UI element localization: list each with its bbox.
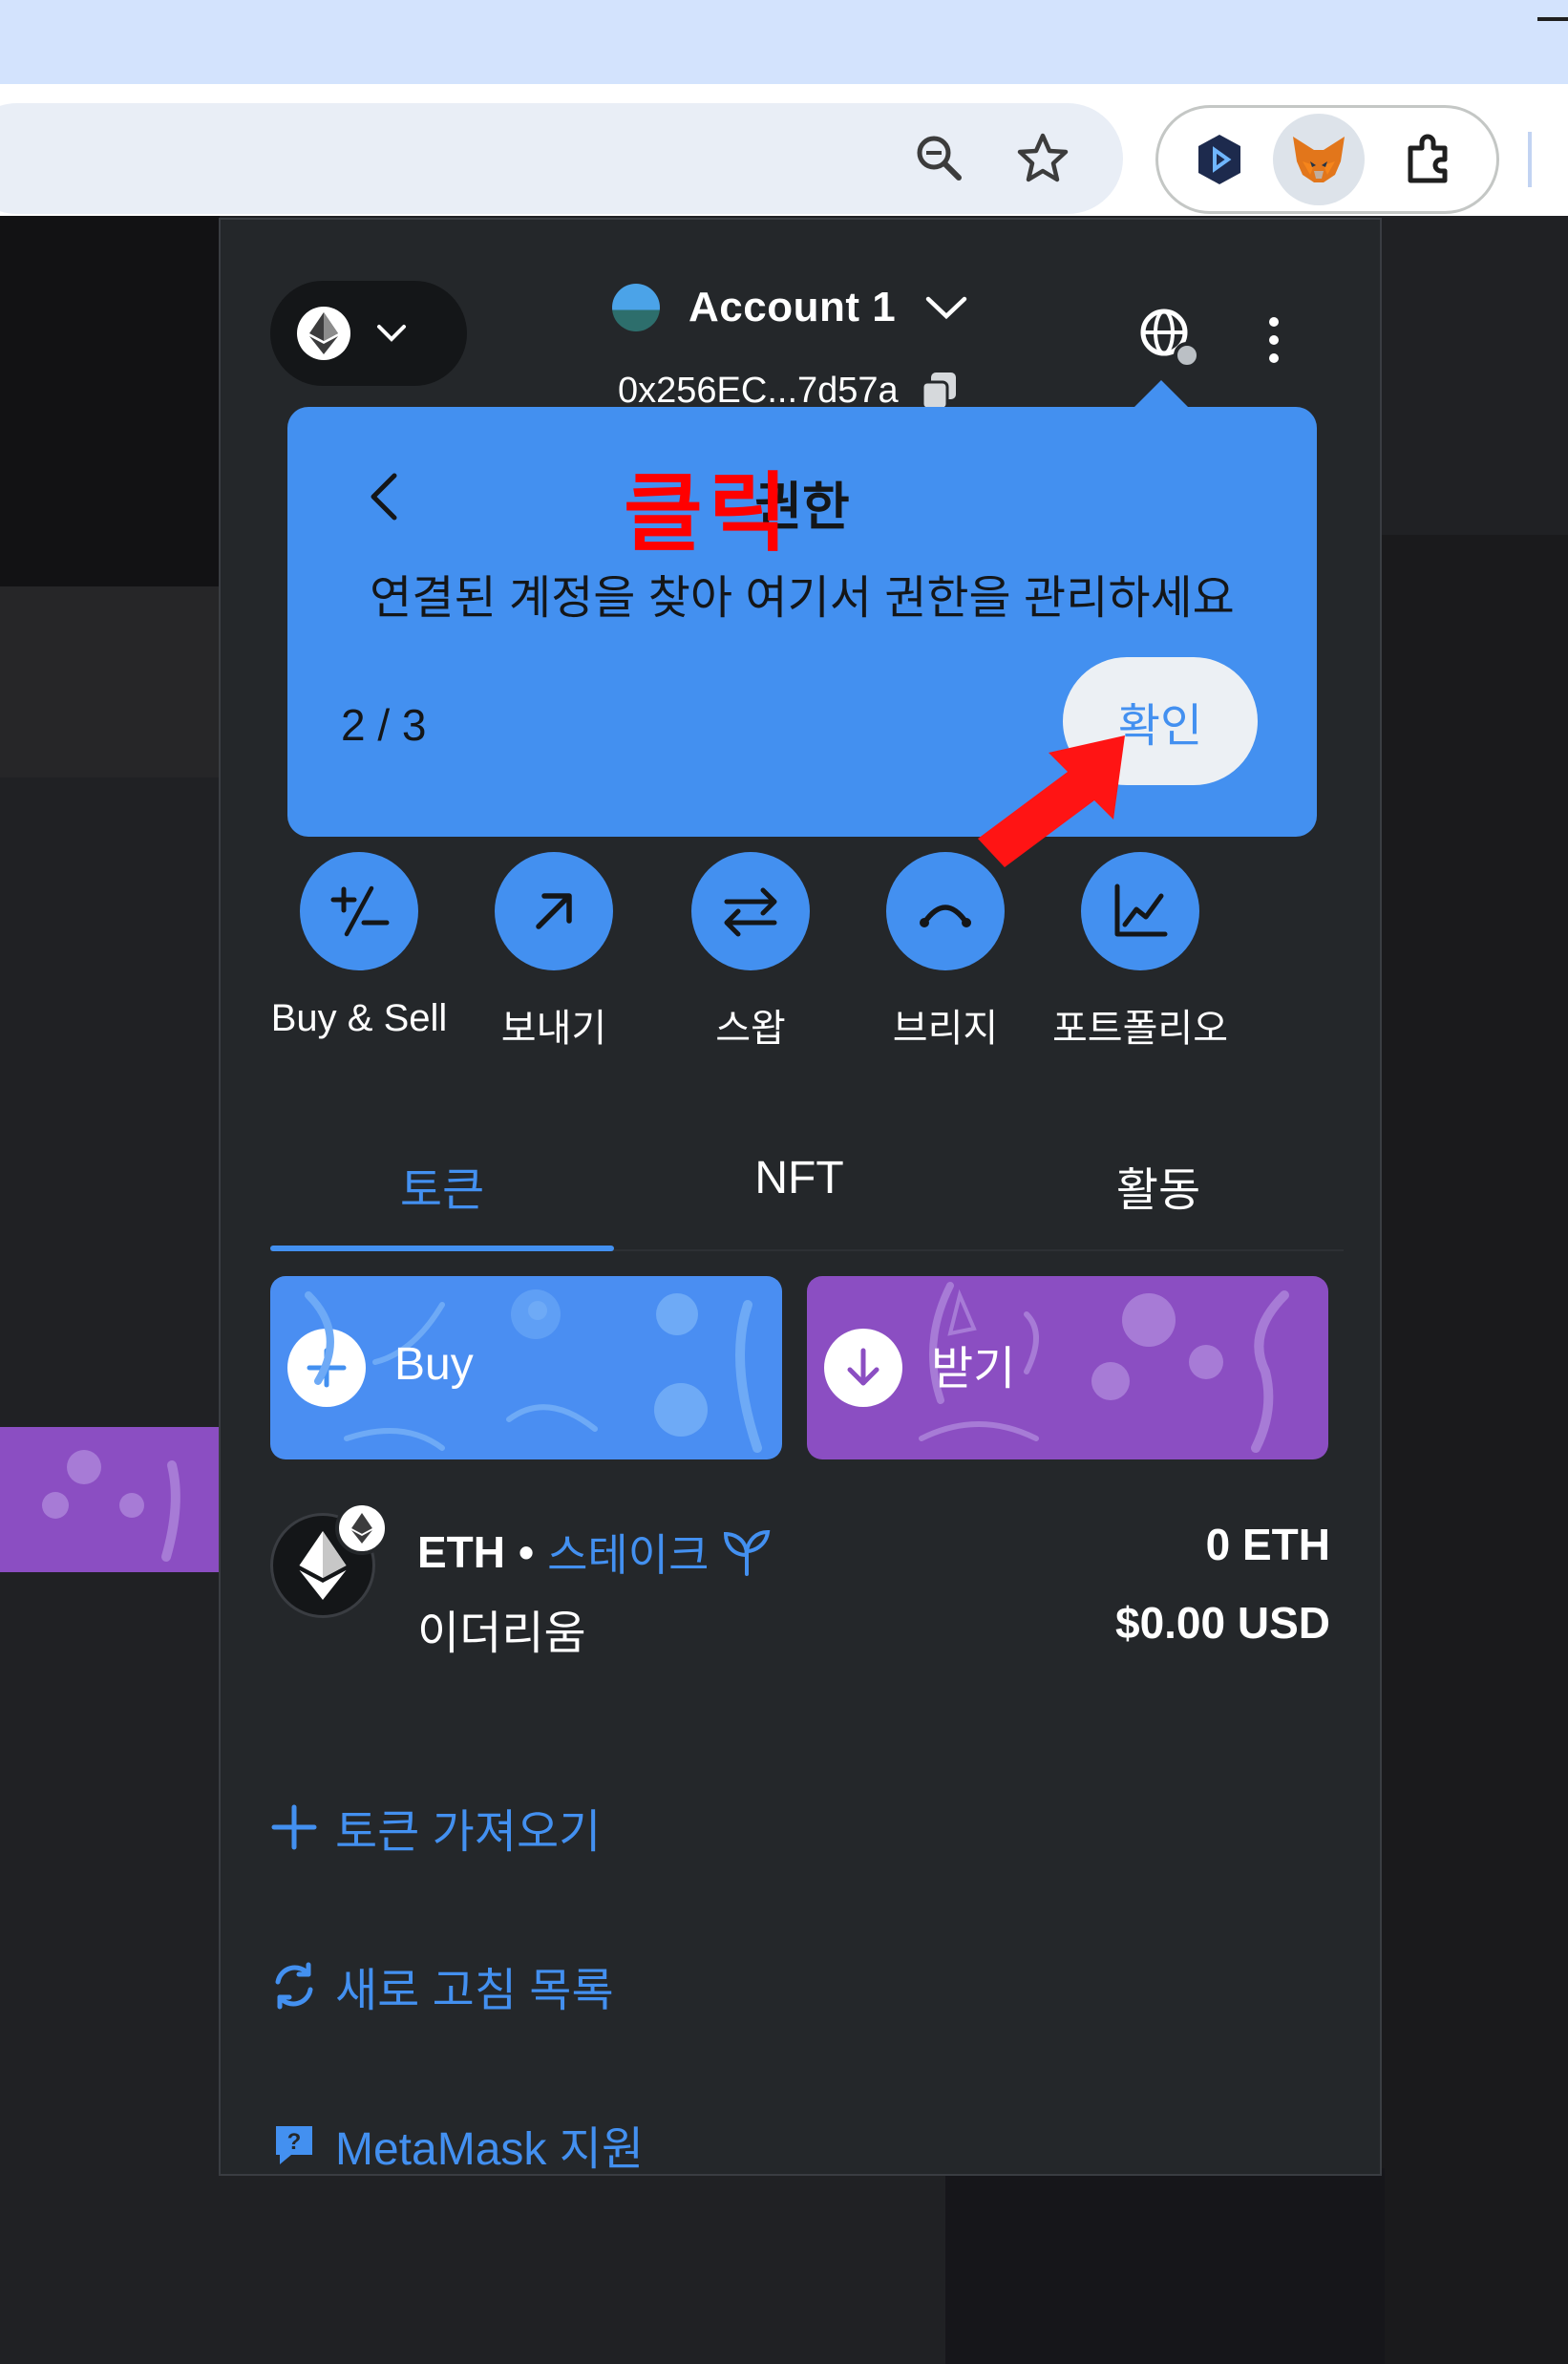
background-page-footer (0, 1572, 220, 2364)
red-arrow-icon (978, 735, 1125, 867)
background-page-right (1381, 535, 1568, 2364)
receive-banner-label: 받기 (931, 1344, 1016, 1395)
token-separator: • (519, 1527, 535, 1577)
bridge-label: 브리지 (892, 1008, 999, 1050)
background-page-body (0, 777, 220, 1427)
browser-toolbar (0, 84, 1568, 216)
tab-activity[interactable]: 활동 (986, 1152, 1330, 1230)
address-text: 0x256EC...7d57a (618, 370, 899, 411)
tooltip-body: 연결된 계정을 찾아 여기서 권한을 관리하세요 (370, 573, 1235, 624)
token-title[interactable]: ETH • 스테이크 (417, 1521, 772, 1584)
background-page-section (0, 586, 220, 777)
arrow-down-icon (824, 1329, 902, 1407)
plus-icon (287, 1329, 366, 1407)
tooltip-step-counter: 2 / 3 (341, 700, 427, 750)
receive-banner[interactable]: 받기 (807, 1276, 1328, 1459)
token-symbol: ETH (417, 1527, 505, 1577)
portfolio-label: 포트폴리오 (1052, 1008, 1228, 1050)
token-fiat-value: $0.00 USD (1114, 1598, 1330, 1648)
zoom-icon[interactable] (911, 130, 968, 187)
window-minimize-glyph[interactable] (1537, 17, 1568, 21)
toolbar-separator (1528, 132, 1532, 187)
extensions-puzzle-icon[interactable] (1384, 114, 1475, 205)
permissions-tooltip: 권한 연결된 계정을 찾아 여기서 권한을 관리하세요 2 / 3 확인 (287, 407, 1317, 837)
extensions-group (1155, 105, 1499, 214)
portfolio-button[interactable]: 포트폴리오 (1040, 852, 1240, 1053)
background-receive-banner (0, 1427, 220, 1572)
ethereum-icon (297, 307, 350, 360)
refresh-list-label: 새로 고침 목록 (335, 1966, 614, 2016)
connected-sites-globe-icon[interactable] (1135, 304, 1202, 371)
buy-sell-label: Buy & Sell (270, 997, 448, 1039)
support-label: MetaMask 지원 (335, 2124, 645, 2175)
token-balance: 0 ETH (1205, 1520, 1330, 1569)
import-tokens-link[interactable]: 토큰 가져오기 (270, 1794, 601, 1861)
swap-arrows-icon (691, 852, 810, 970)
plus-icon (271, 1804, 317, 1850)
action-buttons: Buy & Sell 보내기 스왑 브리지 포트폴리오 (259, 852, 1347, 1050)
metamask-fox-icon[interactable] (1273, 114, 1365, 205)
bridge-button[interactable]: 브리지 (845, 852, 1046, 1053)
network-selector[interactable] (270, 281, 467, 386)
account-avatar (612, 284, 660, 331)
stake-link[interactable]: 스테이크 (547, 1521, 709, 1584)
buy-banner[interactable]: Buy (270, 1276, 782, 1459)
browser-tab-strip (0, 0, 1568, 84)
shield-extension-icon[interactable] (1174, 114, 1265, 205)
arrow-up-right-icon (495, 852, 613, 970)
import-tokens-label: 토큰 가져오기 (335, 1807, 602, 1858)
send-button[interactable]: 보내기 (454, 852, 654, 1053)
ethereum-network-badge-icon (335, 1501, 389, 1555)
svg-text:?: ? (287, 2129, 302, 2155)
metamask-support-link[interactable]: ? MetaMask 지원 (270, 2111, 645, 2175)
active-tab-indicator (270, 1246, 614, 1251)
account-name: Account 1 (689, 284, 897, 330)
refresh-list-link[interactable]: 새로 고침 목록 (270, 1952, 614, 2019)
asset-tabs: 토큰 NFT 활동 (270, 1152, 1344, 1230)
tooltip-title: 권한 (754, 479, 850, 536)
plus-minus-icon (300, 852, 418, 970)
click-annotation: 클릭 (624, 466, 794, 562)
background-page-bottom (945, 2168, 1385, 2364)
sprout-icon (724, 1529, 771, 1576)
tooltip-pointer (1133, 380, 1190, 409)
bookmark-star-icon[interactable] (1014, 130, 1071, 187)
metamask-popup: Account 1 0x256EC...7d57a 권한 연결된 계정을 찾아 … (219, 218, 1382, 2176)
tab-nft[interactable]: NFT (627, 1152, 971, 1230)
chevron-down-icon (925, 296, 967, 320)
buy-sell-button[interactable]: Buy & Sell (259, 852, 459, 1040)
more-options-icon[interactable] (1260, 311, 1288, 369)
address-bar[interactable] (0, 103, 1123, 214)
swap-button[interactable]: 스왑 (650, 852, 851, 1053)
swap-label: 스왑 (715, 1008, 786, 1050)
background-page-header (0, 216, 220, 586)
chevron-down-icon (377, 325, 406, 342)
token-name: 이더리움 (417, 1608, 586, 1659)
copy-icon[interactable] (920, 371, 960, 411)
account-selector[interactable]: Account 1 (612, 273, 968, 342)
refresh-icon (275, 1962, 313, 2010)
support-chat-icon: ? (276, 2126, 312, 2164)
send-label: 보내기 (500, 1008, 607, 1050)
buy-banner-label: Buy (394, 1338, 474, 1390)
tab-tokens[interactable]: 토큰 (270, 1152, 614, 1230)
